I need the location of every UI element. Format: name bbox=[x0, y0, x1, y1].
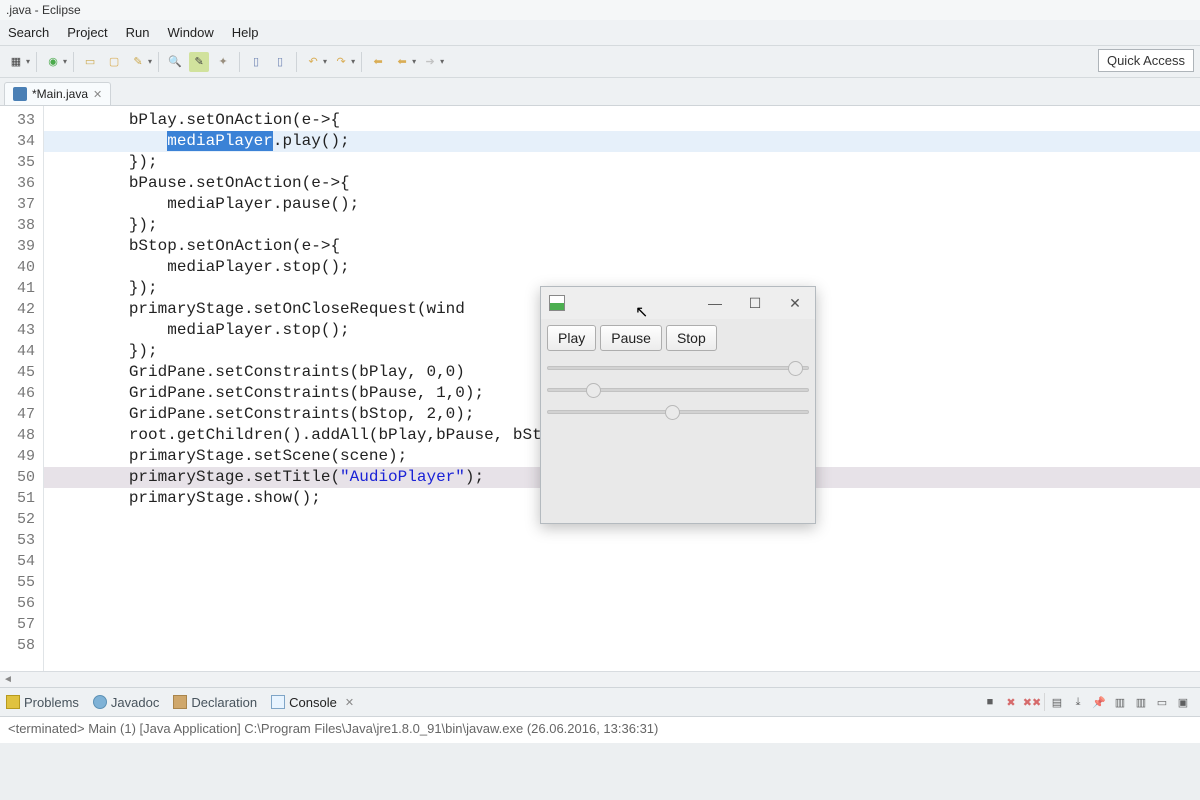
maximize-icon[interactable]: ▣ bbox=[1174, 693, 1192, 711]
menu-bar: Search Project Run Window Help bbox=[0, 20, 1200, 46]
tab-javadoc[interactable]: Javadoc bbox=[93, 695, 159, 710]
console-output: <terminated> Main (1) [Java Application]… bbox=[0, 717, 1200, 743]
close-icon[interactable]: ✕ bbox=[345, 696, 354, 709]
remove-all-icon[interactable]: ✖✖ bbox=[1023, 693, 1041, 711]
maximize-button[interactable]: ☐ bbox=[735, 287, 775, 319]
close-icon[interactable]: ✕ bbox=[93, 88, 102, 101]
fx-app-icon bbox=[549, 295, 565, 311]
menu-search[interactable]: Search bbox=[8, 25, 49, 40]
declaration-icon bbox=[173, 695, 187, 709]
task-icon[interactable]: ▯ bbox=[270, 52, 290, 72]
javadoc-icon bbox=[93, 695, 107, 709]
console-icon bbox=[271, 695, 285, 709]
open-resource-icon[interactable]: ▢ bbox=[104, 52, 124, 72]
run-green-icon[interactable]: ◉ bbox=[43, 52, 63, 72]
java-file-icon bbox=[13, 87, 27, 101]
fx-titlebar[interactable]: — ☐ ✕ bbox=[541, 287, 815, 319]
forward-arrow-icon[interactable]: ➔ bbox=[420, 52, 440, 72]
highlight-icon[interactable]: ✎ bbox=[189, 52, 209, 72]
menu-run[interactable]: Run bbox=[126, 25, 150, 40]
javafx-app-window[interactable]: — ☐ ✕ Play Pause Stop bbox=[540, 286, 816, 524]
nav-prev-icon[interactable]: ↶ bbox=[303, 52, 323, 72]
quick-access[interactable]: Quick Access bbox=[1098, 49, 1194, 72]
display-selected-icon[interactable]: ▥ bbox=[1111, 693, 1129, 711]
editor-tab-label: *Main.java bbox=[32, 87, 88, 101]
horizontal-scrollbar[interactable]: ◄ bbox=[0, 671, 1200, 687]
annotate-icon[interactable]: ✦ bbox=[213, 52, 233, 72]
slider-3[interactable] bbox=[547, 403, 809, 421]
problems-icon bbox=[6, 695, 20, 709]
open-console-icon[interactable]: ▥ bbox=[1132, 693, 1150, 711]
slider-1[interactable] bbox=[547, 359, 809, 377]
tab-declaration[interactable]: Declaration bbox=[173, 695, 257, 710]
minimize-icon[interactable]: ▭ bbox=[1153, 693, 1171, 711]
back-arrow2-icon[interactable]: ⬅ bbox=[392, 52, 412, 72]
menu-project[interactable]: Project bbox=[67, 25, 107, 40]
back-arrow-icon[interactable]: ⬅ bbox=[368, 52, 388, 72]
minimize-button[interactable]: — bbox=[695, 287, 735, 319]
close-button[interactable]: ✕ bbox=[775, 287, 815, 319]
bottom-view-tabs: Problems Javadoc Declaration Console ✕ ■… bbox=[0, 687, 1200, 717]
scroll-lock-icon[interactable]: ⤓ bbox=[1069, 693, 1087, 711]
wand-icon[interactable]: ✎ bbox=[128, 52, 148, 72]
console-toolbar: ■ ✖ ✖✖ ▤ ⤓ 📌 ▥ ▥ ▭ ▣ bbox=[981, 693, 1192, 711]
editor-tab-bar: *Main.java ✕ bbox=[0, 78, 1200, 106]
search-icon[interactable]: 🔍 bbox=[165, 52, 185, 72]
nav-next-icon[interactable]: ↷ bbox=[331, 52, 351, 72]
tab-console[interactable]: Console ✕ bbox=[271, 695, 354, 710]
clear-console-icon[interactable]: ▤ bbox=[1048, 693, 1066, 711]
remove-launch-icon[interactable]: ✖ bbox=[1002, 693, 1020, 711]
open-type-icon[interactable]: ▭ bbox=[80, 52, 100, 72]
scroll-left-icon[interactable]: ◄ bbox=[0, 674, 16, 685]
tab-problems[interactable]: Problems bbox=[6, 695, 79, 710]
play-button[interactable]: Play bbox=[547, 325, 596, 351]
new-icon[interactable]: ▦ bbox=[6, 52, 26, 72]
terminate-icon[interactable]: ■ bbox=[981, 693, 999, 711]
slider-2[interactable] bbox=[547, 381, 809, 399]
pin-console-icon[interactable]: 📌 bbox=[1090, 693, 1108, 711]
main-toolbar: ▦▾ ◉▾ ▭ ▢ ✎▾ 🔍 ✎ ✦ ▯ ▯ ↶▾ ↷▾ ⬅ ⬅▾ ➔▾ Qui… bbox=[0, 46, 1200, 78]
menu-help[interactable]: Help bbox=[232, 25, 259, 40]
bookmark-icon[interactable]: ▯ bbox=[246, 52, 266, 72]
pause-button[interactable]: Pause bbox=[600, 325, 662, 351]
window-title: .java - Eclipse bbox=[0, 0, 1200, 20]
editor-tab-main[interactable]: *Main.java ✕ bbox=[4, 82, 111, 105]
line-gutter: 3334353637383940414243444546474849505152… bbox=[0, 106, 44, 671]
stop-button[interactable]: Stop bbox=[666, 325, 717, 351]
menu-window[interactable]: Window bbox=[168, 25, 214, 40]
